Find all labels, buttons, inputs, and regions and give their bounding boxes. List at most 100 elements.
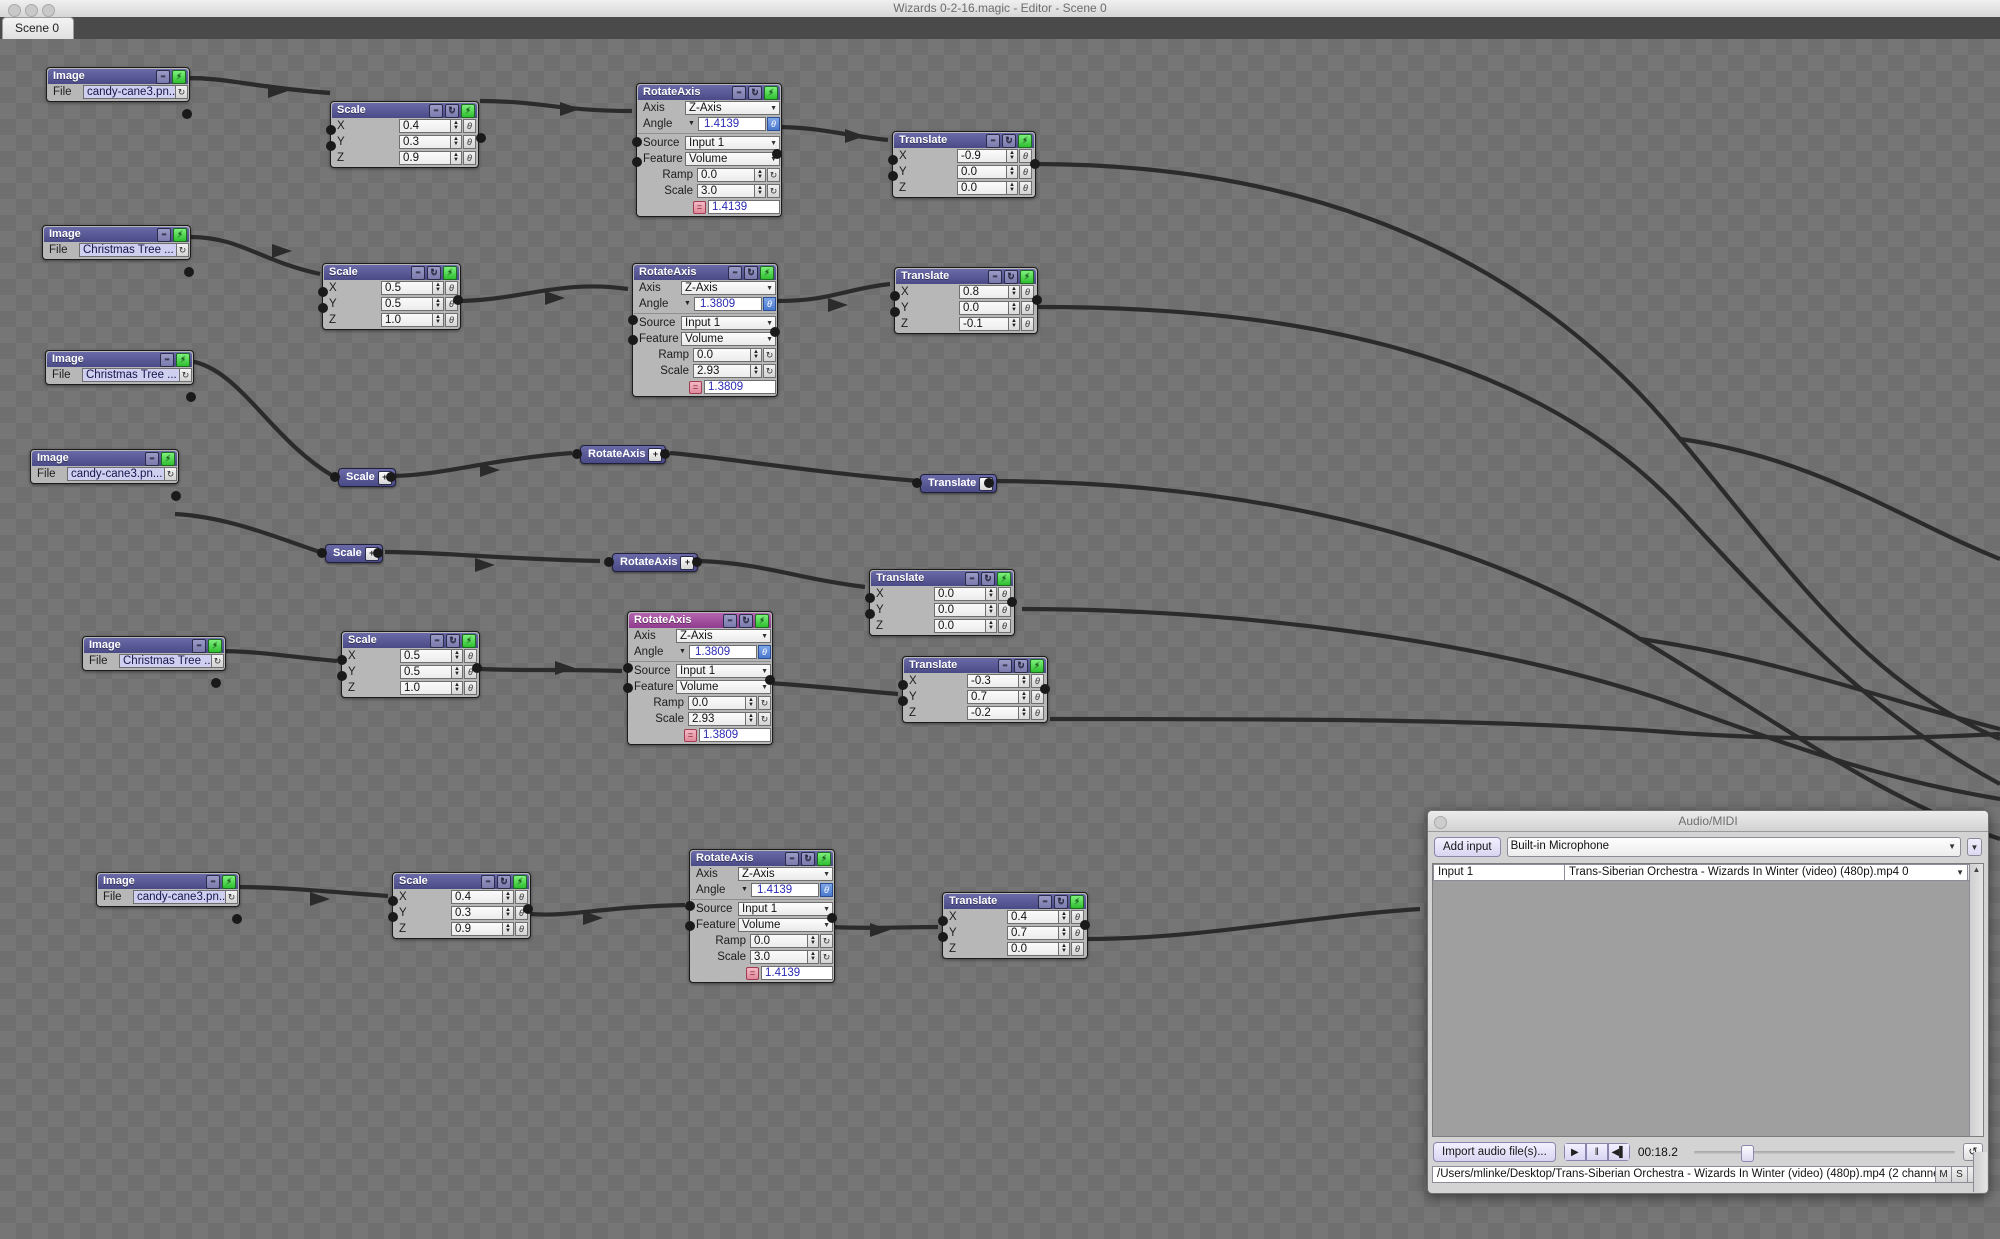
audio-input-row[interactable]: Input 1 Trans-Siberian Orchestra - Wizar…: [1433, 864, 1983, 881]
z-value[interactable]: 0.0: [1007, 942, 1059, 956]
z-value[interactable]: 0.9: [451, 922, 503, 936]
node-header[interactable]: Image − ⚡: [32, 451, 177, 466]
equals-icon[interactable]: =: [693, 200, 706, 214]
axis-select[interactable]: Z-Axis: [738, 867, 833, 881]
refresh-icon[interactable]: ↻: [739, 614, 753, 628]
refresh-icon[interactable]: ↻: [744, 266, 758, 280]
bolt-icon[interactable]: ⚡: [755, 614, 769, 628]
x-value[interactable]: 0.4: [451, 890, 503, 904]
x-value[interactable]: -0.9: [957, 149, 1007, 163]
z-stepper[interactable]: ▲ ▼: [1009, 317, 1020, 331]
bolt-icon[interactable]: ⚡: [443, 266, 457, 280]
image-node-5[interactable]: Image − ⚡ File Christmas Tree ... ↻: [82, 636, 226, 671]
tab-scene-0[interactable]: Scene 0: [2, 17, 75, 40]
source-select[interactable]: Input 1: [685, 136, 780, 150]
angle-value[interactable]: 1.4139: [698, 117, 766, 131]
pause-icon[interactable]: ‖: [1585, 1143, 1608, 1161]
rotateaxis-node-1[interactable]: RotateAxis − ↻ ⚡ AxisZ-Axis Angle▼1.4139…: [636, 83, 782, 217]
refresh-icon[interactable]: ↻: [165, 467, 177, 481]
output-port[interactable]: [984, 478, 994, 488]
source-select[interactable]: Input 1: [676, 664, 771, 678]
refresh-icon[interactable]: ↻: [981, 572, 995, 586]
refresh-icon[interactable]: ↻: [445, 104, 459, 118]
translate-node-4[interactable]: Translate − ↻ ⚡ X -0.3 ▲ ▼ θ Y 0.7 ▲ ▼ θ Z -0.2 ▲ ▼ θ: [902, 656, 1048, 723]
z-value[interactable]: 0.0: [934, 619, 986, 633]
image-node-4[interactable]: Image − ⚡ File candy-cane3.pn... ↻: [30, 449, 179, 484]
y-value[interactable]: 0.7: [1007, 926, 1059, 940]
x-value[interactable]: 0.8: [959, 285, 1009, 299]
output-port[interactable]: [232, 914, 242, 924]
x-stepper[interactable]: ▲ ▼: [1009, 285, 1020, 299]
bolt-icon[interactable]: ⚡: [462, 634, 476, 648]
input-port[interactable]: [326, 125, 336, 135]
ramp-value[interactable]: 0.0: [693, 348, 751, 362]
scale-value[interactable]: 2.93: [693, 364, 751, 378]
collapse-icon[interactable]: −: [988, 270, 1002, 284]
input-port[interactable]: [890, 291, 900, 301]
angle-caret-icon[interactable]: ▼: [738, 883, 751, 897]
scale-stepper[interactable]: ▲ ▼: [751, 364, 762, 378]
collapse-icon[interactable]: −: [157, 228, 171, 242]
bolt-icon[interactable]: ⚡: [461, 104, 475, 118]
solo-button[interactable]: S: [1952, 1166, 1968, 1183]
input-port[interactable]: [326, 141, 336, 151]
output-port[interactable]: [186, 392, 196, 402]
close-icon[interactable]: [1434, 816, 1447, 829]
refresh-icon[interactable]: ↻: [226, 890, 238, 904]
refresh-icon[interactable]: ↻: [1004, 270, 1018, 284]
x-stepper[interactable]: ▲ ▼: [452, 649, 463, 663]
x-value[interactable]: 0.5: [381, 281, 433, 295]
theta-icon[interactable]: θ: [1021, 301, 1034, 315]
collapse-icon[interactable]: −: [429, 104, 443, 118]
feature-select[interactable]: Volume: [738, 918, 833, 932]
image-node-1[interactable]: Image − ⚡ File candy-cane3.pn... ↻: [46, 67, 190, 102]
bolt-icon[interactable]: ⚡: [1030, 659, 1044, 673]
output-port[interactable]: [765, 675, 775, 685]
translate-node-1[interactable]: Translate − ↻ ⚡ X -0.9 ▲ ▼ θ Y 0.0 ▲ ▼ θ Z 0.0 ▲ ▼ θ: [892, 131, 1036, 198]
y-stepper[interactable]: ▲ ▼: [1009, 301, 1020, 315]
image-node-2[interactable]: Image − ⚡ File Christmas Tree ... ↻: [42, 225, 191, 260]
y-value[interactable]: 0.0: [959, 301, 1009, 315]
play-icon[interactable]: ▶: [1563, 1143, 1586, 1161]
input-port[interactable]: [604, 557, 614, 567]
input-port[interactable]: [888, 171, 898, 181]
input-port[interactable]: [318, 303, 328, 313]
output-port[interactable]: [184, 267, 194, 277]
file-value[interactable]: candy-cane3.pn...: [83, 85, 176, 99]
file-value[interactable]: Christmas Tree ...: [82, 368, 180, 382]
rotateaxis-node-collapsed-1[interactable]: RotateAxis +: [580, 445, 667, 464]
input-port[interactable]: [685, 921, 695, 931]
theta-icon[interactable]: θ: [763, 297, 776, 311]
x-value[interactable]: 0.4: [399, 119, 451, 133]
output-port[interactable]: [523, 904, 533, 914]
y-stepper[interactable]: ▲ ▼: [503, 906, 514, 920]
y-stepper[interactable]: ▲ ▼: [986, 603, 997, 617]
bolt-icon[interactable]: ⚡: [997, 572, 1011, 586]
import-audio-button[interactable]: Import audio file(s)...: [1433, 1142, 1556, 1162]
input-port[interactable]: [632, 137, 642, 147]
x-stepper[interactable]: ▲ ▼: [986, 587, 997, 601]
refresh-icon[interactable]: ↻: [801, 852, 815, 866]
scale-node-4[interactable]: Scale − ↻ ⚡ X 0.4 ▲ ▼ θ Y 0.3 ▲ ▼ θ Z 0.9 ▲ ▼ θ: [392, 872, 531, 939]
bolt-icon[interactable]: ⚡: [1018, 134, 1032, 148]
theta-icon[interactable]: θ: [463, 135, 476, 149]
audio-input-list[interactable]: Input 1 Trans-Siberian Orchestra - Wizar…: [1432, 863, 1984, 1137]
z-value[interactable]: 0.9: [399, 151, 451, 165]
source-select[interactable]: Input 1: [738, 902, 833, 916]
angle-value[interactable]: 1.4139: [751, 883, 819, 897]
y-value[interactable]: 0.5: [381, 297, 433, 311]
z-stepper[interactable]: ▲ ▼: [503, 922, 514, 936]
ramp-value[interactable]: 0.0: [697, 168, 755, 182]
scale-value[interactable]: 3.0: [750, 950, 808, 964]
collapse-icon[interactable]: −: [156, 70, 170, 84]
node-header[interactable]: RotateAxis − ↻ ⚡: [629, 613, 771, 628]
theta-icon[interactable]: θ: [445, 313, 458, 327]
collapse-icon[interactable]: −: [1038, 895, 1052, 909]
z-value[interactable]: -0.2: [967, 706, 1019, 720]
collapse-icon[interactable]: −: [998, 659, 1012, 673]
y-stepper[interactable]: ▲ ▼: [451, 135, 462, 149]
scale-stepper[interactable]: ▲ ▼: [755, 184, 766, 198]
ramp-value[interactable]: 0.0: [750, 934, 808, 948]
output-port[interactable]: [1032, 295, 1042, 305]
z-stepper[interactable]: ▲ ▼: [1059, 942, 1070, 956]
